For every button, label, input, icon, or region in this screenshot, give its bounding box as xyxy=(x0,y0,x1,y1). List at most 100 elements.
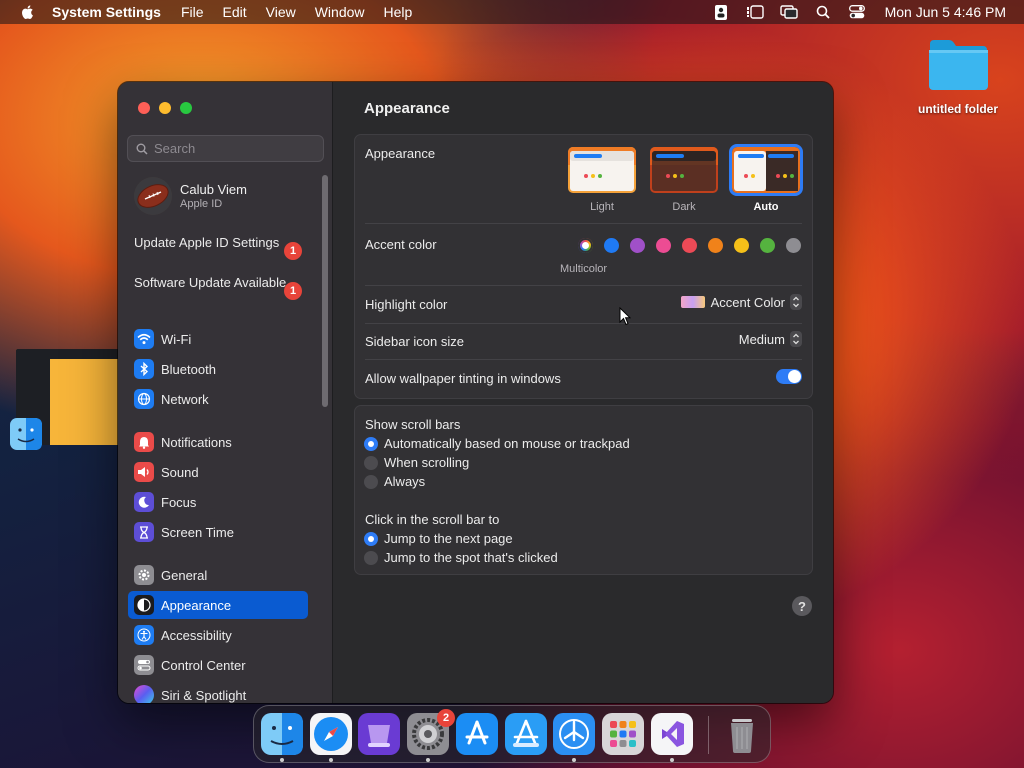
system-settings-icon[interactable]: 2 xyxy=(407,709,455,755)
menu-view[interactable]: View xyxy=(266,4,296,20)
accent-multicolor-swatch[interactable] xyxy=(578,238,593,253)
system-settings-window: Calub Viem Apple ID Update Apple ID Sett… xyxy=(118,82,833,703)
accessibility-icon xyxy=(134,625,154,645)
accent-blue-swatch[interactable] xyxy=(604,238,619,253)
page-title: Appearance xyxy=(364,100,450,117)
sidebar-item-bluetooth[interactable]: Bluetooth xyxy=(128,355,308,383)
sidebar-item-siri-spotlight[interactable]: Siri & Spotlight xyxy=(128,681,308,703)
radio-label: Always xyxy=(384,474,426,489)
sidebar-item-general[interactable]: General xyxy=(128,561,308,589)
sidebar-item-label: Notifications xyxy=(161,434,232,450)
search-input[interactable] xyxy=(154,141,314,156)
highlight-swatch xyxy=(680,296,705,308)
desktop-folder[interactable]: untitled folder xyxy=(910,38,1006,116)
screen-mirroring-icon[interactable] xyxy=(779,4,799,20)
visual-studio-icon[interactable] xyxy=(651,713,693,755)
appearance-dark-thumbnail[interactable] xyxy=(650,147,718,193)
appearance-dark-label: Dark xyxy=(672,201,696,213)
menu-bar: System Settings File Edit View Window He… xyxy=(0,0,1024,24)
menu-app-name[interactable]: System Settings xyxy=(52,4,161,20)
sidebar-item-sound[interactable]: Sound xyxy=(128,458,308,486)
toggles-icon xyxy=(134,655,154,675)
apple-id-profile[interactable]: Calub Viem Apple ID xyxy=(134,177,247,215)
wallpaper-tinting-toggle[interactable] xyxy=(776,369,802,384)
sidebar-scrollbar[interactable] xyxy=(322,175,328,407)
spotlight-search-icon[interactable] xyxy=(813,4,833,20)
menu-help[interactable]: Help xyxy=(384,4,413,20)
sidebar-item-notifications[interactable]: Notifications xyxy=(128,428,308,456)
sidebar-item-control-center[interactable]: Control Center xyxy=(128,651,308,679)
finder-icon[interactable] xyxy=(261,713,303,755)
scroll-bars-option-when-scrolling[interactable]: When scrolling xyxy=(364,455,469,470)
appearance-auto-thumbnail[interactable] xyxy=(729,144,803,196)
accent-graphite-swatch[interactable] xyxy=(786,238,801,253)
close-button[interactable] xyxy=(138,102,150,114)
sidebar-item-label: Control Center xyxy=(161,657,246,673)
profile-subtitle: Apple ID xyxy=(180,198,223,210)
scroll-bars-option-always[interactable]: Always xyxy=(364,474,425,489)
sidebar-icon-size-value: Medium xyxy=(738,331,785,347)
sidebar-item-appearance[interactable]: Appearance xyxy=(128,591,308,619)
gear-icon xyxy=(134,565,154,585)
dock: 2 xyxy=(253,705,771,763)
stage-manager-icon[interactable] xyxy=(745,4,765,20)
menu-bar-clock[interactable]: Mon Jun 5 4:46 PM xyxy=(885,4,1006,20)
highlight-color-label: Highlight color xyxy=(365,297,448,312)
notice-badge: 1 xyxy=(284,242,302,260)
zoom-button[interactable] xyxy=(180,102,192,114)
appearance-icon xyxy=(134,595,154,615)
click-scroll-bar-label: Click in the scroll bar to xyxy=(365,512,500,527)
sidebar-item-label: Appearance xyxy=(161,597,232,613)
software-update-notice[interactable]: Software Update Available xyxy=(134,275,304,291)
radio-unselected xyxy=(364,455,378,470)
menu-file[interactable]: File xyxy=(181,4,204,20)
accent-orange-swatch[interactable] xyxy=(708,238,723,253)
sidebar: Calub Viem Apple ID Update Apple ID Sett… xyxy=(118,82,333,703)
sidebar-item-wifi[interactable]: Wi-Fi xyxy=(128,325,308,353)
xcode-icon[interactable] xyxy=(505,713,547,755)
apple-logo-icon[interactable] xyxy=(20,4,36,20)
sidebar-item-accessibility[interactable]: Accessibility xyxy=(128,621,308,649)
accent-red-swatch[interactable] xyxy=(682,238,697,253)
sidebar-item-screen-time[interactable]: Screen Time xyxy=(128,518,308,546)
wifi-icon xyxy=(134,329,154,349)
sidebar-item-label: Bluetooth xyxy=(161,361,216,377)
finder-mini-icon[interactable] xyxy=(10,418,42,450)
accent-green-swatch[interactable] xyxy=(760,238,775,253)
sidebar-item-label: Siri & Spotlight xyxy=(161,687,247,703)
safari-icon[interactable] xyxy=(310,713,352,755)
search-field[interactable] xyxy=(127,135,324,162)
highlight-color-popup[interactable]: Accent Color xyxy=(680,294,802,310)
user-status-icon[interactable] xyxy=(711,4,731,20)
window-controls xyxy=(138,102,192,114)
accent-purple-swatch[interactable] xyxy=(630,238,645,253)
sidebar-icon-size-label: Sidebar icon size xyxy=(365,334,464,349)
radio-label: Jump to the next page xyxy=(384,531,513,546)
sidebar-item-focus[interactable]: Focus xyxy=(128,488,308,516)
app-store-icon[interactable] xyxy=(456,713,498,755)
launchpad-icon[interactable] xyxy=(602,713,644,755)
click-scroll-option-spot-clicked[interactable]: Jump to the spot that's clicked xyxy=(364,550,558,565)
sidebar-icon-size-popup[interactable]: Medium xyxy=(739,331,802,347)
help-button[interactable]: ? xyxy=(792,596,812,616)
minimize-button[interactable] xyxy=(159,102,171,114)
update-apple-id-notice[interactable]: Update Apple ID Settings xyxy=(134,235,304,251)
accent-pink-swatch[interactable] xyxy=(656,238,671,253)
notchmeister-icon[interactable] xyxy=(358,713,400,755)
appearance-label: Appearance xyxy=(365,146,436,161)
menu-window[interactable]: Window xyxy=(315,4,365,20)
appearance-light-thumbnail[interactable] xyxy=(568,147,636,193)
scroll-bars-option-automatic[interactable]: Automatically based on mouse or trackpad xyxy=(364,436,630,451)
radio-selected xyxy=(364,436,378,451)
sidebar-item-network[interactable]: Network xyxy=(128,385,308,413)
trash-icon[interactable] xyxy=(721,713,763,755)
accent-yellow-swatch[interactable] xyxy=(734,238,749,253)
testflight-icon[interactable] xyxy=(553,713,595,755)
radio-unselected xyxy=(364,474,378,489)
click-scroll-option-next-page[interactable]: Jump to the next page xyxy=(364,531,513,546)
accent-color-label: Accent color xyxy=(365,237,437,252)
control-center-icon[interactable] xyxy=(847,4,867,20)
moon-icon xyxy=(134,492,154,512)
radio-selected xyxy=(364,531,378,546)
menu-edit[interactable]: Edit xyxy=(223,4,247,20)
